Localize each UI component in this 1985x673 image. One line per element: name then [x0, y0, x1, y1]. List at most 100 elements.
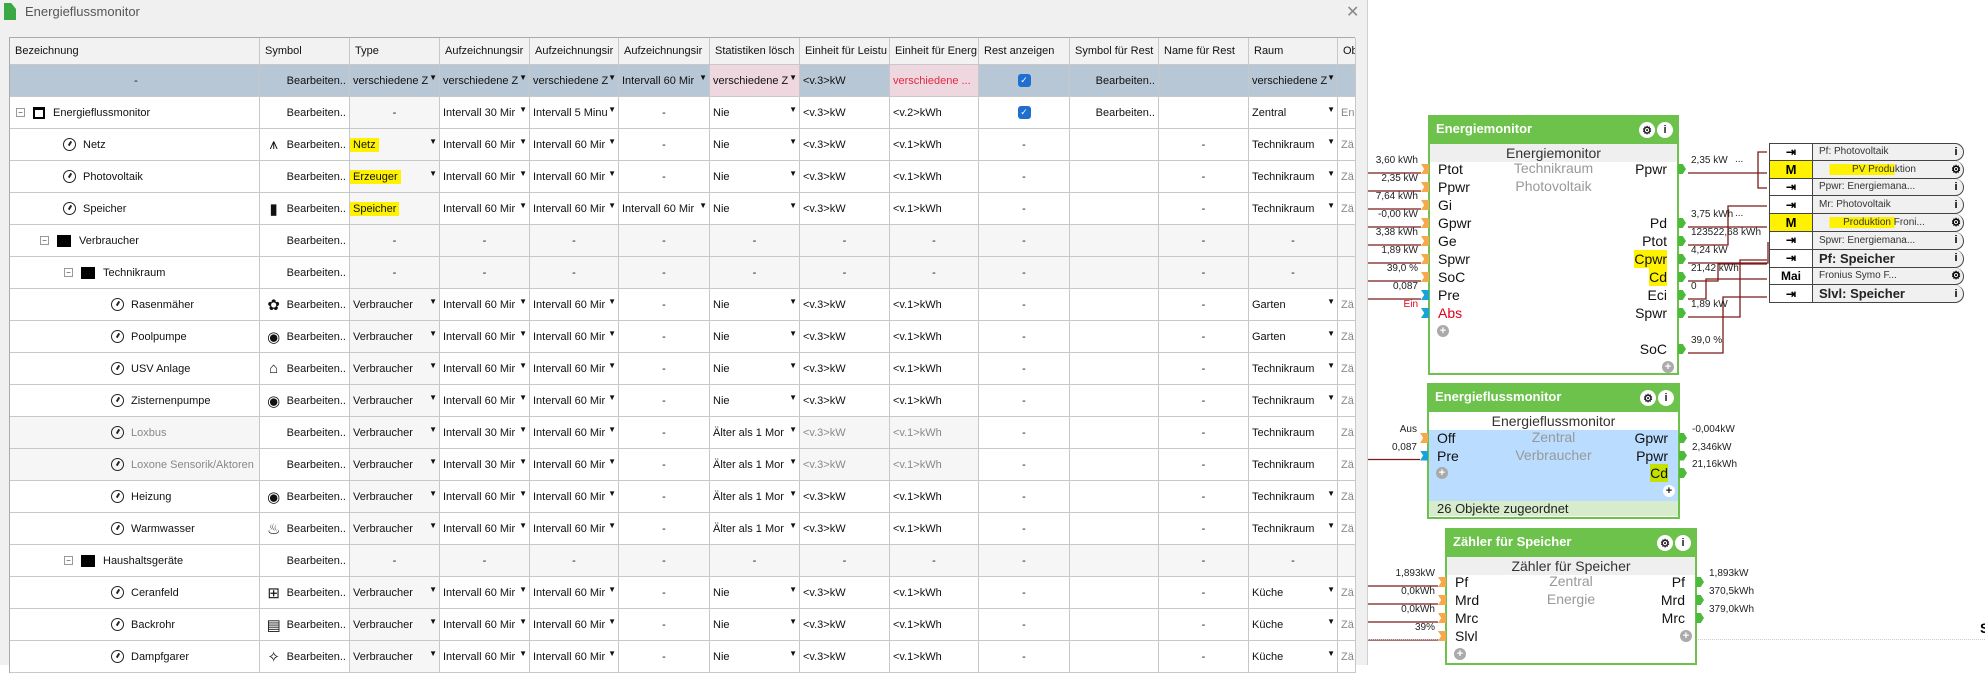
dropdown-arrow-icon[interactable]: ▼ [519, 425, 527, 434]
cell-raum[interactable]: Technikraum ▼ [1249, 161, 1338, 193]
info-icon[interactable]: i [1949, 146, 1963, 158]
gear-icon[interactable]: ⚙ [1949, 216, 1963, 229]
cell-aufzeichnungsir[interactable]: Intervall 60 Mir ▼ [440, 385, 530, 417]
cell-aufzeichnungsir[interactable]: Intervall 60 Mir ▼ [440, 193, 530, 225]
object-label[interactable]: Fronius Symo F... [1813, 270, 1949, 281]
cell-value[interactable]: Bearbeiten.. [287, 523, 346, 535]
close-icon[interactable]: ✕ [1346, 2, 1359, 22]
column-header[interactable]: Einheit für Leistu [800, 38, 890, 65]
object-label[interactable]: Pf: Photovoltaik [1813, 146, 1949, 157]
column-header[interactable]: Aufzeichnungsir [619, 38, 710, 65]
column-header[interactable]: Raum [1249, 38, 1338, 65]
output-port-label[interactable]: Mrd [1661, 591, 1685, 609]
output-port-label[interactable]: Spwr [1635, 304, 1667, 322]
dropdown-arrow-icon[interactable]: ▼ [1327, 105, 1335, 114]
collapse-toggle[interactable]: − [16, 108, 25, 117]
collapse-toggle[interactable]: − [64, 556, 73, 565]
cell-aufzeichnungsir[interactable]: Intervall 60 Mir ▼ [440, 353, 530, 385]
cell-statistiken-lösch[interactable]: Nie ▼ [710, 609, 800, 641]
dropdown-arrow-icon[interactable]: ▼ [429, 649, 437, 658]
output-port-label[interactable]: SoC [1640, 340, 1667, 358]
table-row[interactable]: Loxone Sensorik/Aktoren Bearbeiten.. Verbr… [10, 449, 1356, 481]
row-name[interactable]: Technikraum [103, 267, 165, 279]
cell-statistiken-lösch[interactable]: Nie ▼ [710, 97, 800, 129]
dropdown-arrow-icon[interactable]: ▼ [608, 105, 616, 114]
cell-aufzeichnungsir[interactable]: Intervall 5 Minu ▼ [530, 97, 619, 129]
table-row[interactable]: − Technikraum Bearbeiten.. - - - - - - - - - - [10, 257, 1356, 289]
cell-aufzeichnungsir[interactable]: Intervall 60 Mir ▼ [530, 641, 619, 673]
add-output-icon[interactable]: + [1663, 484, 1675, 497]
collapse-toggle[interactable]: − [40, 236, 49, 245]
dropdown-arrow-icon[interactable]: ▼ [789, 585, 797, 594]
table-row[interactable]: Rasenmäher ✿ Bearbeiten.. Verbraucher ▼ Inter… [10, 289, 1356, 321]
dropdown-arrow-icon[interactable]: ▼ [789, 457, 797, 466]
table-row[interactable]: Speicher ▮ Bearbeiten.. Speicher Intervall 6… [10, 193, 1356, 225]
cell-type[interactable]: Erzeuger ▼ [350, 161, 440, 193]
cell-statistiken-lösch[interactable]: Älter als 1 Mor ▼ [710, 481, 800, 513]
table-row[interactable]: Loxbus Bearbeiten.. Verbraucher ▼ Intervall … [10, 417, 1356, 449]
output-port-label[interactable]: Gpwr [1635, 429, 1668, 447]
dropdown-arrow-icon[interactable]: ▼ [1327, 137, 1335, 146]
add-input-icon[interactable]: + [1436, 467, 1448, 479]
column-header[interactable]: Symbol [260, 38, 350, 65]
cell-aufzeichnungsir[interactable]: Intervall 60 Mir ▼ [530, 513, 619, 545]
cell-value[interactable]: Bearbeiten.. [287, 363, 346, 375]
dropdown-arrow-icon[interactable]: ▼ [429, 585, 437, 594]
input-port-label[interactable]: Mrd [1455, 591, 1479, 609]
output-port-label[interactable]: Cd [1650, 464, 1668, 482]
dropdown-arrow-icon[interactable]: ▼ [519, 137, 527, 146]
cell-value[interactable]: Bearbeiten.. [287, 395, 346, 407]
dropdown-arrow-icon[interactable]: ▼ [789, 297, 797, 306]
cell-aufzeichnungsir[interactable]: verschiedene Z ▼ [440, 65, 530, 97]
cell-statistiken-lösch[interactable]: Nie ▼ [710, 641, 800, 673]
row-name[interactable]: - [134, 75, 138, 87]
cell-value[interactable]: Bearbeiten.. [287, 267, 346, 279]
row-name[interactable]: Ceranfeld [131, 587, 179, 599]
dropdown-arrow-icon[interactable]: ▼ [789, 393, 797, 402]
info-icon[interactable]: i [1675, 535, 1691, 551]
cell-type[interactable]: Netz ▼ [350, 129, 440, 161]
input-port-label[interactable]: Abs [1438, 304, 1462, 322]
input-port-label[interactable]: Pre [1438, 286, 1460, 304]
cell-statistiken-lösch[interactable]: Älter als 1 Mor ▼ [710, 449, 800, 481]
dropdown-arrow-icon[interactable]: ▼ [789, 201, 797, 210]
row-name[interactable]: Loxone Sensorik/Aktoren [131, 459, 254, 471]
cell-value[interactable]: Bearbeiten.. [287, 139, 346, 151]
dropdown-arrow-icon[interactable]: ▼ [608, 169, 616, 178]
object-label[interactable]: PV Produktion [1813, 163, 1949, 175]
more-indicator[interactable]: ... [1735, 154, 1743, 165]
cell-aufzeichnungsir[interactable]: Intervall 60 Mir ▼ [530, 577, 619, 609]
input-port-label[interactable]: Ptot [1438, 160, 1463, 178]
cell-statistiken-lösch[interactable]: Nie ▼ [710, 353, 800, 385]
dropdown-arrow-icon[interactable]: ▼ [608, 521, 616, 530]
row-name[interactable]: Haushaltsgeräte [103, 555, 183, 567]
input-port-label[interactable]: Mrc [1455, 609, 1478, 627]
object-row[interactable]: M Produktion Froni... ⚙ [1769, 214, 1964, 232]
column-header[interactable]: Aufzeichnungsir [440, 38, 530, 65]
dropdown-arrow-icon[interactable]: ▼ [429, 361, 437, 370]
row-name[interactable]: Photovoltaik [83, 171, 143, 183]
input-port-label[interactable]: Slvl [1455, 627, 1478, 645]
dropdown-arrow-icon[interactable]: ▼ [608, 137, 616, 146]
object-row[interactable]: ⇥ Pf: Photovoltaik i [1769, 143, 1964, 161]
table-row[interactable]: Heizung ◉ Bearbeiten.. Verbraucher ▼ Interval… [10, 481, 1356, 513]
dropdown-arrow-icon[interactable]: ▼ [429, 393, 437, 402]
dropdown-arrow-icon[interactable]: ▼ [789, 521, 797, 530]
output-port-label[interactable]: Ppwr [1635, 160, 1667, 178]
cell-raum[interactable]: Technikraum ▼ [1249, 513, 1338, 545]
dropdown-arrow-icon[interactable]: ▼ [699, 201, 707, 210]
cell-aufzeichnungsir[interactable]: Intervall 60 Mir ▼ [619, 65, 710, 97]
table-row[interactable]: USV Anlage ⌂ Bearbeiten.. Verbraucher ▼ Inter… [10, 353, 1356, 385]
cell-statistiken-lösch[interactable]: Nie ▼ [710, 129, 800, 161]
info-icon[interactable]: i [1658, 390, 1674, 406]
table-row[interactable]: − Verbraucher Bearbeiten.. - - - - - - - - - - [10, 225, 1356, 257]
dropdown-arrow-icon[interactable]: ▼ [608, 73, 616, 82]
dropdown-arrow-icon[interactable]: ▼ [1327, 617, 1335, 626]
dropdown-arrow-icon[interactable]: ▼ [608, 489, 616, 498]
dropdown-arrow-icon[interactable]: ▼ [519, 393, 527, 402]
dropdown-arrow-icon[interactable]: ▼ [789, 649, 797, 658]
cell-raum[interactable]: Technikraum ▼ [1249, 193, 1338, 225]
object-row[interactable]: ⇥ Pf: Speicher i [1769, 249, 1964, 268]
object-row[interactable]: ⇥ Spwr: Energiemana... i [1769, 231, 1964, 250]
cell-value[interactable]: Bearbeiten.. [287, 299, 346, 311]
